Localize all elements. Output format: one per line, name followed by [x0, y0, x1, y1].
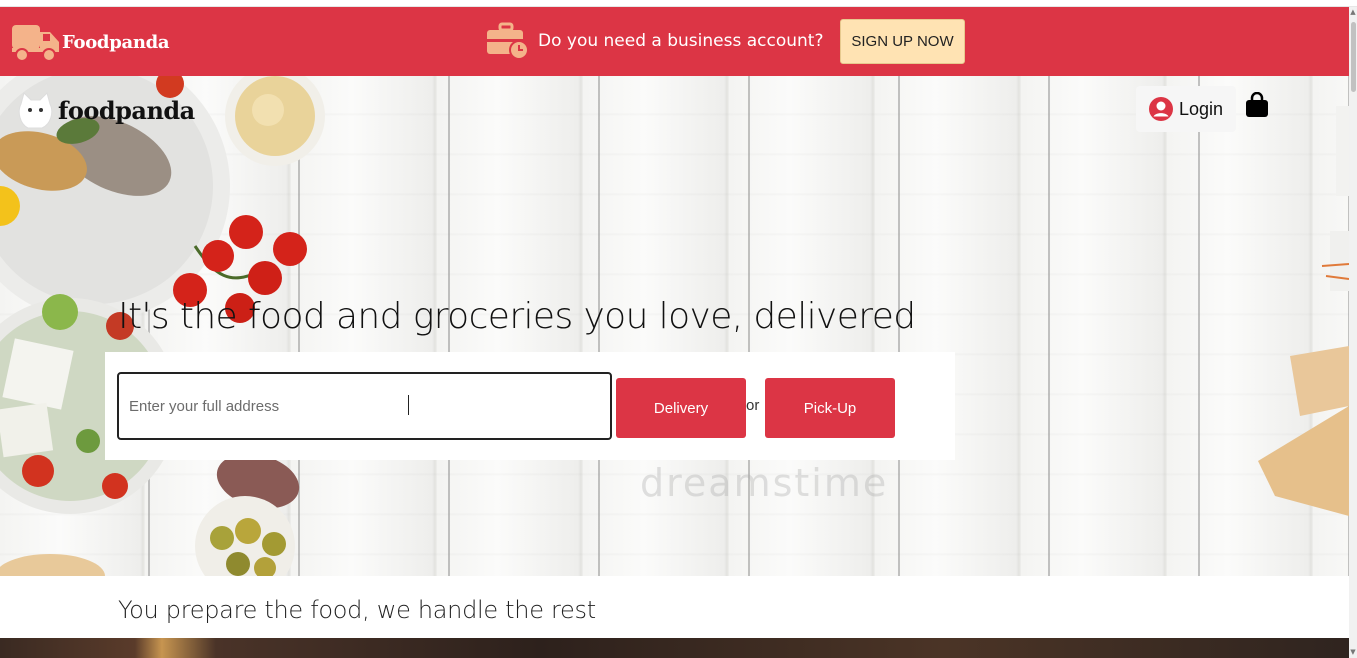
login-label: Login [1178, 98, 1224, 119]
site-logo[interactable]: foodpanda [18, 90, 195, 130]
section-subheading: You prepare the food, we handle the rest [118, 596, 596, 624]
truck-icon [12, 25, 59, 62]
promo-brand-text: Foodpanda [62, 31, 170, 53]
text-cursor [408, 395, 409, 415]
shopping-bag-icon[interactable] [1245, 92, 1269, 118]
user-circle-icon [1148, 97, 1173, 121]
or-separator: or [746, 397, 760, 414]
business-account-prompt: Do you need a business account? [486, 22, 824, 60]
scroll-up-arrow[interactable]: ▲ [1350, 8, 1356, 16]
delivery-button[interactable]: Delivery [616, 378, 746, 438]
scroll-down-arrow[interactable]: ▼ [1350, 648, 1356, 656]
sign-up-now-button[interactable]: SIGN UP NOW [840, 19, 965, 64]
business-question: Do you need a business account? [538, 31, 824, 51]
bottom-image-strip [0, 638, 1349, 658]
hero-headline: It's the food and groceries you love, de… [118, 296, 916, 337]
login-button[interactable]: Login [1136, 86, 1236, 132]
promo-brand[interactable]: Foodpanda [11, 21, 170, 63]
hero-section: foodpanda Login It's the food and grocer… [0, 76, 1349, 576]
scroll-thumb[interactable] [1351, 22, 1356, 92]
stock-watermark: dreamstime [640, 461, 889, 505]
logo-text: foodpanda [58, 95, 195, 125]
address-input[interactable] [117, 372, 612, 440]
address-search-panel: Delivery or Pick-Up [105, 352, 955, 460]
briefcase-clock-icon [487, 22, 529, 60]
pickup-button[interactable]: Pick-Up [765, 378, 895, 438]
browser-top-strip [0, 0, 1357, 7]
panda-cat-icon [18, 92, 53, 129]
promo-bar: Foodpanda Do you need a business account… [0, 7, 1349, 76]
page-scrollbar[interactable] [1349, 7, 1357, 658]
